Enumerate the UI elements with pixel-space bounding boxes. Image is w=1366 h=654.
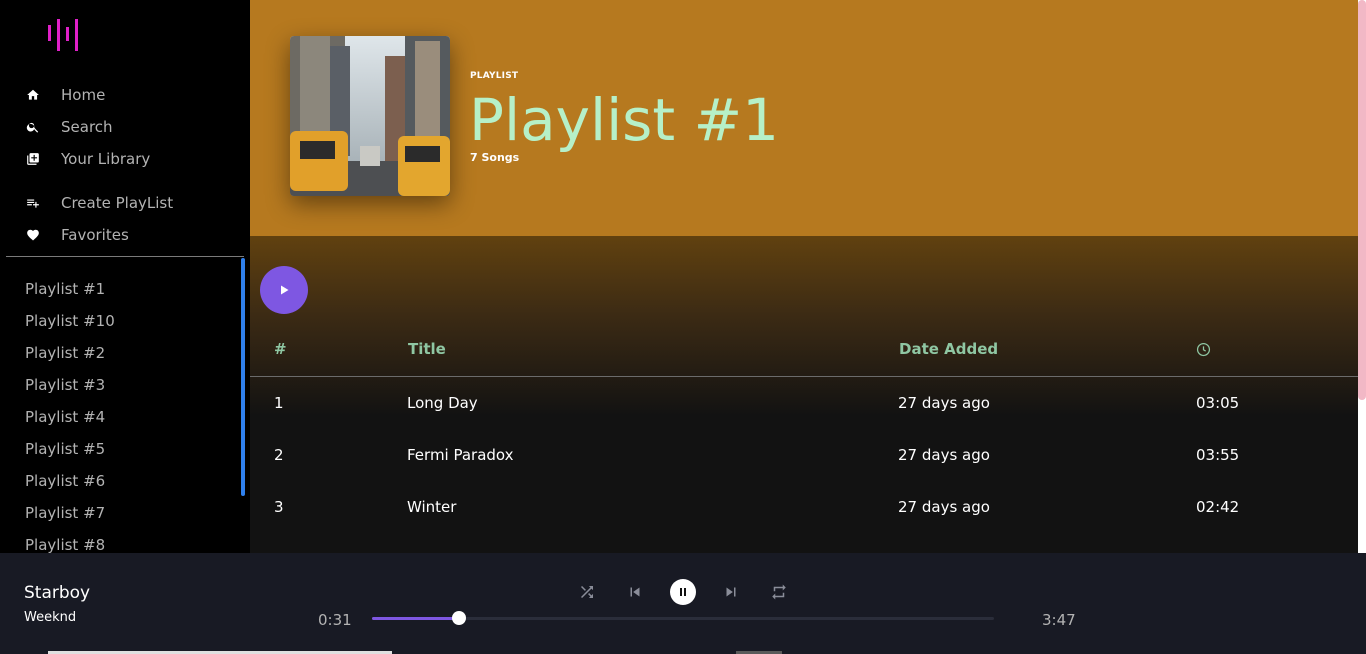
nav-library[interactable]: Your Library: [25, 147, 150, 171]
sidebar-playlist-item[interactable]: Playlist #3: [25, 374, 105, 396]
main-content: PLAYLIST Playlist #1 7 Songs # Title Dat…: [250, 0, 1358, 553]
page-scrollbar[interactable]: [1358, 0, 1366, 553]
pause-button[interactable]: [670, 579, 696, 605]
add-playlist-icon: [25, 195, 41, 211]
track-duration: 03:55: [1196, 446, 1240, 464]
playlist-list: Playlist #1 Playlist #10 Playlist #2 Pla…: [0, 257, 250, 553]
sidebar-playlist-item[interactable]: Playlist #2: [25, 342, 105, 364]
create-playlist-label: Create PlayList: [61, 194, 174, 212]
track-duration: 03:05: [1196, 394, 1240, 412]
previous-icon[interactable]: [623, 580, 647, 604]
nav-home[interactable]: Home: [25, 83, 105, 107]
page-scrollbar-thumb[interactable]: [1358, 0, 1366, 400]
track-date-added: 27 days ago: [898, 446, 990, 464]
sidebar-playlist-item[interactable]: Playlist #10: [25, 310, 115, 332]
page-title: Playlist #1: [469, 86, 780, 154]
song-count: 7 Songs: [470, 151, 520, 164]
track-title: Long Day: [407, 394, 478, 412]
track-date-added: 27 days ago: [898, 394, 990, 412]
table-row[interactable]: 1 Long Day 27 days ago 03:05: [250, 377, 1358, 429]
sidebar: Home Search Your Library Create PlayList…: [0, 0, 250, 553]
nav-search-label: Search: [61, 118, 113, 136]
column-header-date-added[interactable]: Date Added: [899, 340, 998, 358]
sidebar-playlist-item[interactable]: Playlist #5: [25, 438, 105, 460]
library-icon: [25, 151, 41, 167]
sidebar-playlist-item[interactable]: Playlist #8: [25, 534, 105, 553]
playlist-header: PLAYLIST Playlist #1 7 Songs: [250, 0, 1358, 236]
table-row[interactable]: 3 Winter 27 days ago 02:42: [250, 481, 1358, 533]
pause-icon: [677, 583, 689, 602]
shuffle-icon[interactable]: [575, 580, 599, 604]
home-icon: [25, 87, 41, 103]
create-playlist-button[interactable]: Create PlayList: [25, 191, 173, 215]
heart-icon: [25, 227, 41, 243]
player-bar: Starboy Weeknd 0:31 3:47: [0, 553, 1366, 654]
sidebar-playlist-item[interactable]: Playlist #4: [25, 406, 105, 428]
elapsed-time: 0:31: [318, 611, 352, 629]
playlist-cover-image: [290, 36, 450, 196]
nav-search[interactable]: Search: [25, 115, 113, 139]
repeat-icon[interactable]: [767, 580, 791, 604]
play-icon: [278, 281, 290, 300]
track-title: Fermi Paradox: [407, 446, 514, 464]
progress-slider[interactable]: [372, 611, 994, 625]
playlist-type-label: PLAYLIST: [470, 71, 519, 81]
progress-fill: [372, 617, 460, 620]
total-time: 3:47: [1042, 611, 1076, 629]
now-playing-title: Starboy: [24, 583, 91, 603]
table-row[interactable]: 2 Fermi Paradox 27 days ago 03:55: [250, 429, 1358, 481]
search-icon: [25, 119, 41, 135]
logo-icon[interactable]: [46, 17, 84, 55]
column-header-title[interactable]: Title: [408, 340, 446, 358]
play-playlist-button[interactable]: [260, 266, 308, 314]
now-playing-artist: Weeknd: [24, 610, 77, 625]
sidebar-playlist-item[interactable]: Playlist #6: [25, 470, 105, 492]
sidebar-playlist-item[interactable]: Playlist #7: [25, 502, 105, 524]
next-icon[interactable]: [719, 580, 743, 604]
clock-icon[interactable]: [1196, 342, 1211, 361]
sidebar-scrollbar[interactable]: [241, 258, 245, 496]
track-index: 2: [274, 446, 284, 464]
sidebar-playlist-item[interactable]: Playlist #1: [25, 278, 105, 300]
favorites-label: Favorites: [61, 226, 129, 244]
track-duration: 02:42: [1196, 498, 1240, 516]
track-title: Winter: [407, 498, 457, 516]
progress-handle[interactable]: [452, 611, 467, 625]
favorites-button[interactable]: Favorites: [25, 223, 129, 247]
track-index: 1: [274, 394, 284, 412]
nav-home-label: Home: [61, 86, 106, 104]
column-header-index[interactable]: #: [274, 340, 287, 358]
track-index: 3: [274, 498, 284, 516]
track-date-added: 27 days ago: [898, 498, 990, 516]
nav-library-label: Your Library: [61, 150, 151, 168]
